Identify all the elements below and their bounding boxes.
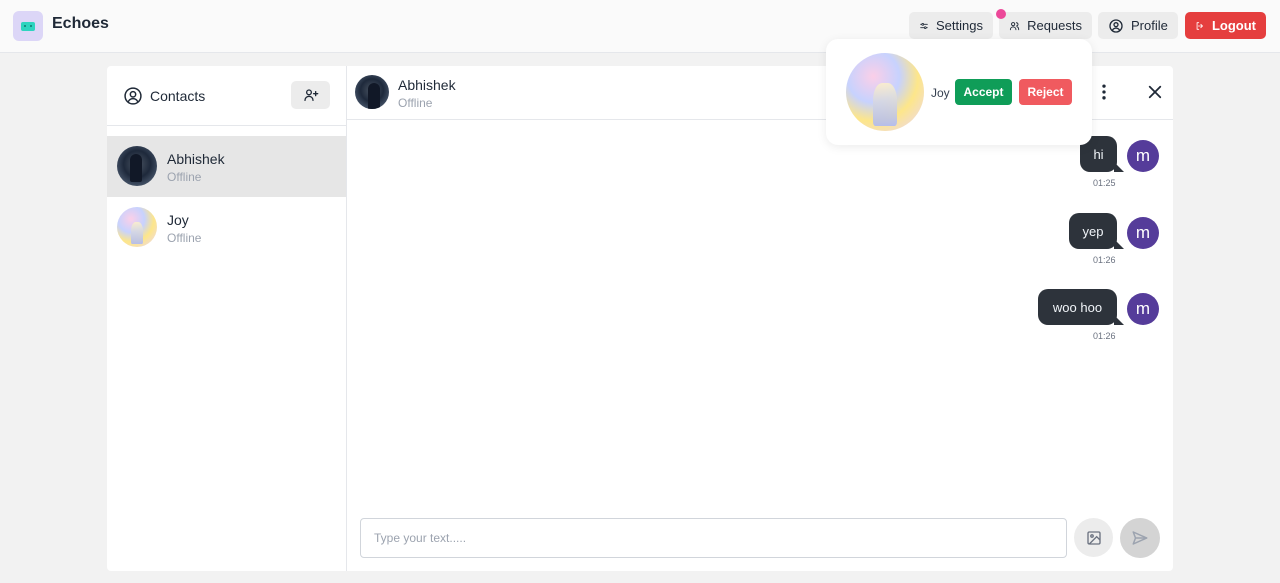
requests-label: Requests: [1027, 18, 1082, 33]
contacts-title: Contacts: [150, 88, 206, 104]
avatar: [117, 146, 157, 186]
profile-label: Profile: [1131, 18, 1168, 33]
requests-button[interactable]: Requests: [999, 12, 1092, 39]
notification-dot: [996, 9, 1006, 19]
contact-status: Offline: [167, 170, 202, 184]
avatar: m: [1127, 217, 1159, 249]
message: woo hoo m 01:26: [347, 289, 1173, 359]
accept-button[interactable]: Accept: [955, 79, 1012, 105]
settings-button[interactable]: Settings: [909, 12, 993, 39]
contacts-sidebar: Contacts Abhishek Offline Joy Offline: [107, 66, 347, 571]
user-circle-icon: [1109, 18, 1123, 33]
avatar: [355, 75, 389, 109]
request-name: Joy: [931, 86, 950, 100]
chat-contact-status: Offline: [398, 96, 433, 110]
send-icon: [1132, 531, 1148, 545]
contacts-header: Contacts: [107, 66, 346, 126]
message-time: 01:25: [1093, 178, 1116, 188]
contact-status: Offline: [167, 231, 202, 245]
logout-label: Logout: [1211, 18, 1256, 33]
message-bubble: yep: [1069, 213, 1124, 249]
add-contact-button[interactable]: [291, 81, 330, 109]
chat-contact-name: Abhishek: [398, 77, 456, 93]
avatar: m: [1127, 140, 1159, 172]
avatar: m: [1127, 293, 1159, 325]
attach-image-button[interactable]: [1074, 518, 1113, 557]
message: hi m 01:25: [347, 136, 1173, 206]
profile-button[interactable]: Profile: [1098, 12, 1178, 39]
close-chat-button[interactable]: [1145, 82, 1165, 102]
avatar: [846, 53, 924, 131]
contact-name: Joy: [167, 212, 189, 228]
avatar: [117, 207, 157, 247]
close-icon: [1148, 85, 1162, 99]
message-time: 01:26: [1093, 255, 1116, 265]
kebab-menu-icon: [1102, 84, 1106, 100]
image-icon: [1086, 530, 1101, 545]
message-bubble: woo hoo: [1038, 289, 1124, 325]
contact-item-joy[interactable]: Joy Offline: [107, 197, 346, 258]
contact-item-abhishek[interactable]: Abhishek Offline: [107, 136, 346, 197]
reject-button[interactable]: Reject: [1019, 79, 1072, 105]
logout-icon: [1196, 21, 1203, 30]
message-time: 01:26: [1093, 331, 1116, 341]
user-circle-icon: [124, 87, 142, 105]
users-icon: [1009, 21, 1020, 30]
message: yep m 01:26: [347, 213, 1173, 283]
settings-label: Settings: [936, 18, 983, 33]
send-button[interactable]: [1120, 518, 1160, 558]
friend-request-popover: Joy Accept Reject: [826, 39, 1092, 145]
user-plus-icon: [303, 89, 318, 101]
more-options-button[interactable]: [1094, 82, 1114, 102]
logout-button[interactable]: Logout: [1185, 12, 1266, 39]
app-title: Echoes: [52, 15, 109, 32]
sliders-icon: [920, 22, 928, 29]
message-input[interactable]: [360, 518, 1067, 558]
robot-logo-icon[interactable]: [13, 11, 43, 41]
contact-name: Abhishek: [167, 151, 225, 167]
